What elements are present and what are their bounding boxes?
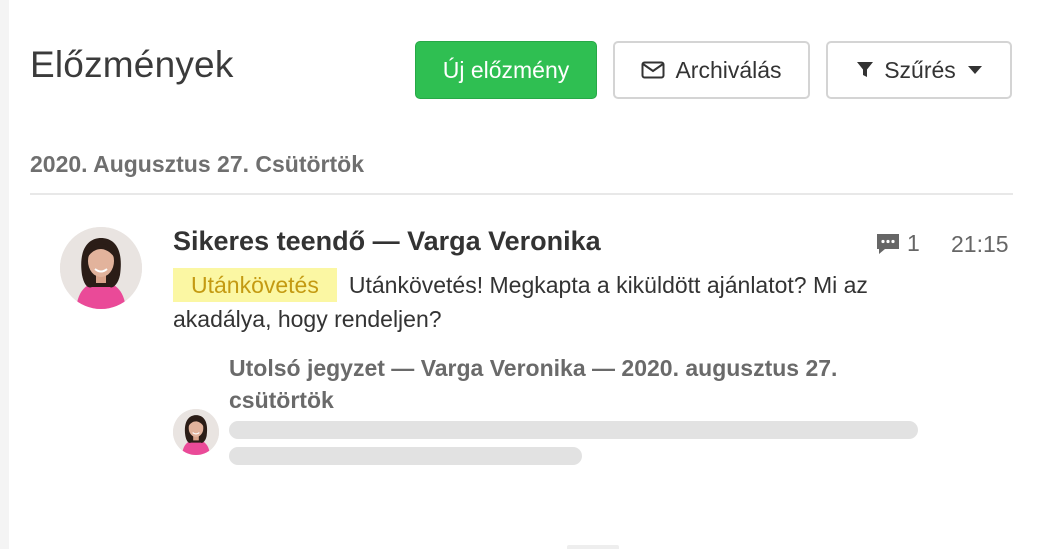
activity-tag: Utánkövetés bbox=[173, 268, 337, 302]
filter-button-label: Szűrés bbox=[884, 56, 956, 83]
activity-title[interactable]: Sikeres teendő — Varga Veronika bbox=[173, 226, 601, 257]
avatar[interactable] bbox=[60, 227, 142, 309]
date-group-heading: 2020. Augusztus 27. Csütörtök bbox=[30, 151, 365, 177]
note-placeholder-line bbox=[229, 421, 918, 439]
filter-dropdown-button[interactable]: Szűrés bbox=[826, 41, 1012, 99]
filter-icon bbox=[856, 61, 874, 79]
envelope-icon bbox=[641, 61, 665, 79]
scroll-handle bbox=[567, 545, 619, 549]
last-note-header: Utolsó jegyzet — Varga Veronika — 2020. … bbox=[229, 355, 838, 413]
archive-button[interactable]: Archiválás bbox=[613, 41, 810, 99]
archive-button-label: Archiválás bbox=[675, 56, 782, 83]
comment-count-value: 1 bbox=[907, 230, 920, 256]
caret-down-icon bbox=[967, 66, 982, 74]
history-panel: Előzmények Új előzmény Archiválás Szűrés… bbox=[9, 0, 1045, 549]
new-history-button-label: Új előzmény bbox=[442, 56, 570, 83]
note-author-avatar bbox=[173, 409, 219, 455]
activity-time: 21:15 bbox=[951, 231, 1009, 257]
page-title: Előzmények bbox=[30, 44, 234, 85]
comment-icon bbox=[875, 232, 901, 256]
note-placeholder-line bbox=[229, 447, 582, 465]
new-history-button[interactable]: Új előzmény bbox=[415, 41, 597, 99]
comment-count[interactable]: 1 bbox=[875, 230, 920, 257]
divider bbox=[30, 193, 1013, 195]
activity-body: Utánkövetés Utánkövetés! Megkapta a kikül… bbox=[173, 268, 963, 336]
